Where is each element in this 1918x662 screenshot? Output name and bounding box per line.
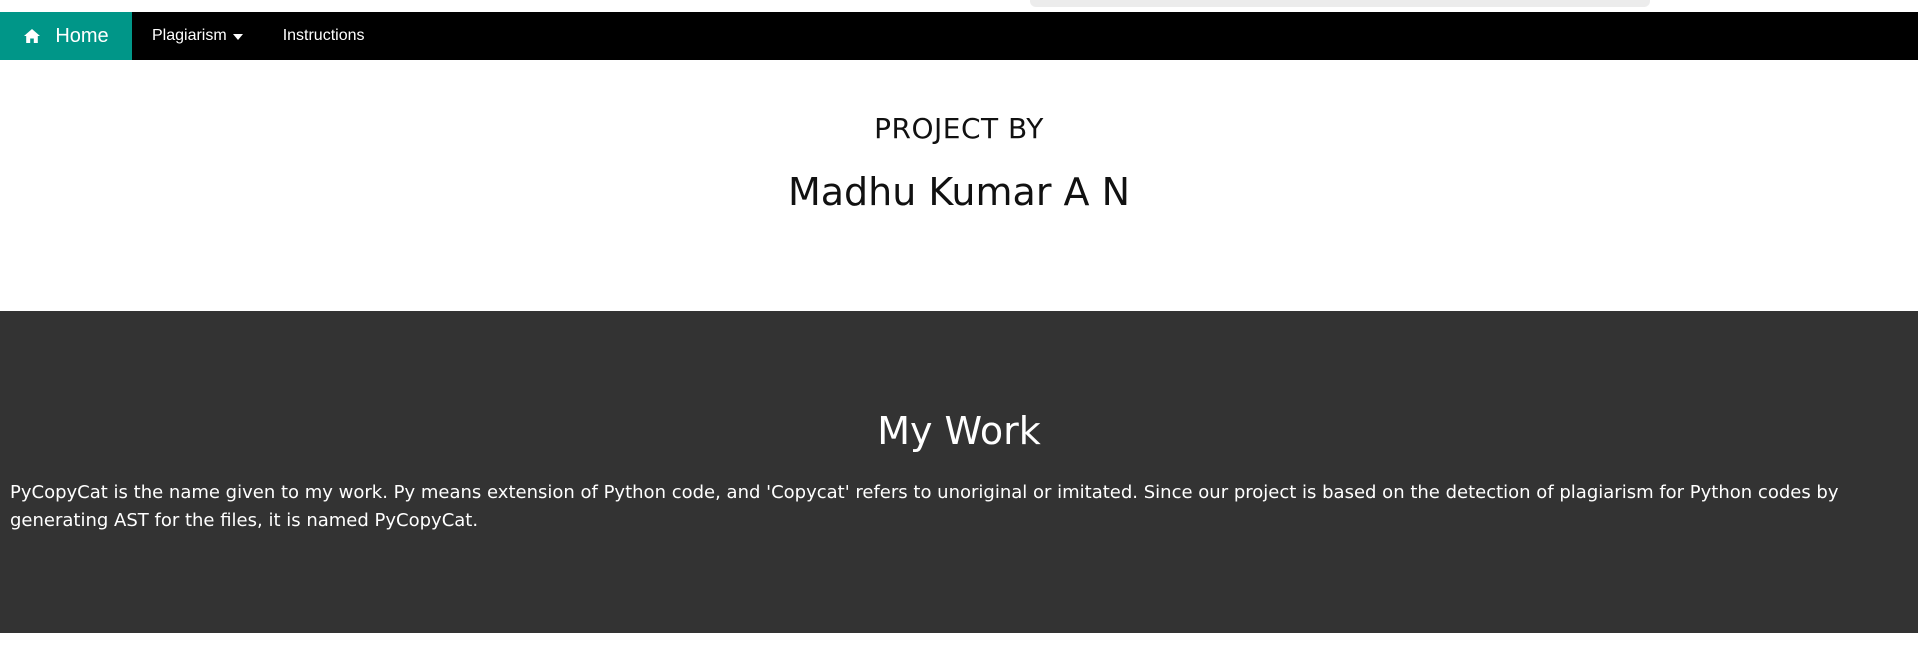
nav-instructions-label: Instructions (282, 27, 365, 44)
nav-instructions-link[interactable]: Instructions (263, 12, 385, 60)
nav-home-label: Home (55, 24, 109, 47)
top-strip (0, 0, 1918, 12)
caret-down-icon (232, 34, 243, 40)
my-work-description: PyCopyCat is the name given to my work. … (10, 482, 1839, 531)
top-navbar: Home Plagiarism Instructions (0, 12, 1918, 60)
author-name: Madhu Kumar A N (787, 170, 1131, 214)
scroll-edge (1030, 0, 1650, 7)
nav-plagiarism-dropdown[interactable]: Plagiarism (132, 12, 263, 60)
nav-plagiarism-label: Plagiarism (152, 27, 227, 44)
my-work-title: My Work (877, 409, 1041, 453)
hero-section: PROJECT BY Madhu Kumar A N (0, 60, 1918, 310)
project-by-heading: PROJECT BY (874, 112, 1044, 145)
my-work-section: My Work PyCopyCat is the name given to m… (0, 311, 1918, 633)
nav-home-button[interactable]: Home (0, 12, 132, 60)
home-icon (23, 28, 41, 44)
